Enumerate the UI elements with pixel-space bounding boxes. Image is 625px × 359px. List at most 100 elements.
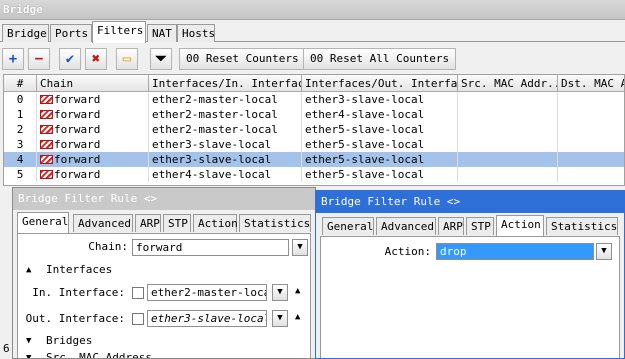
row-src-mac (458, 137, 558, 152)
tab-hosts[interactable]: Hosts (177, 24, 215, 42)
chain-text: forward (54, 93, 101, 106)
row-number: 3 (4, 137, 37, 152)
chevron-down-icon[interactable]: ▼ (272, 284, 288, 301)
expand-icon[interactable]: ▼ (26, 336, 31, 346)
tab-statistics[interactable]: Statistics (546, 217, 618, 235)
column-header-out-interface[interactable]: Interfaces/Out. Interface (302, 75, 458, 92)
tab-bridge[interactable]: Bridge (2, 24, 49, 42)
chevron-down-icon[interactable]: ▼ (596, 243, 612, 260)
row-src-mac (458, 152, 558, 167)
action-select[interactable]: drop (436, 243, 594, 260)
row-number: 5 (4, 167, 37, 182)
tab-stp[interactable]: STP (466, 217, 494, 235)
row-dst-mac (558, 137, 624, 152)
table-row[interactable]: 3 forward ether3-slave-local ether5-slave-l… (4, 137, 624, 152)
row-dst-mac (558, 107, 624, 122)
add-icon[interactable]: + (2, 48, 24, 70)
row-number: 4 (4, 152, 37, 167)
tab-nat[interactable]: NAT (147, 24, 177, 42)
row-out-interface: ether5-slave-local (302, 137, 458, 152)
row-out-interface: ether5-slave-local (302, 122, 458, 137)
collapse-icon[interactable]: ▲ (26, 265, 31, 275)
bridges-section: Bridges (46, 334, 93, 347)
dialog-title[interactable]: Bridge Filter Rule <> (13, 188, 315, 210)
table-row[interactable]: 4 forward ether3-slave-local ether5-slave-l… (4, 152, 624, 167)
row-src-mac (458, 122, 558, 137)
row-number: 1 (4, 107, 37, 122)
chain-text: forward (54, 153, 101, 166)
row-chain: forward (37, 122, 149, 137)
tab-arp[interactable]: ARP (438, 217, 464, 235)
comment-icon[interactable]: ▭ (116, 48, 138, 70)
collapse-up-icon[interactable]: ▲ (295, 312, 300, 322)
filter-rule-icon (40, 95, 53, 104)
chain-text: forward (54, 168, 101, 181)
tab-general[interactable]: General (322, 217, 374, 235)
tab-ports[interactable]: Ports (50, 24, 92, 42)
row-in-interface: ether3-slave-local (149, 137, 302, 152)
table-row[interactable]: 1 forward ether2-master-local ether4-slave-… (4, 107, 624, 122)
tab-arp[interactable]: ARP (135, 214, 161, 232)
action-panel: Action: drop ▼ (320, 236, 620, 358)
disable-icon[interactable]: ✖ (85, 48, 107, 70)
filter-rule-icon (40, 155, 53, 164)
bridge-filter-rule-dialog-action: Bridge Filter Rule <> General Advanced A… (315, 190, 625, 359)
filter-rule-icon (40, 140, 53, 149)
row-chain: forward (37, 107, 149, 122)
reset-all-counters-button[interactable]: 00 Reset All Counters (303, 48, 457, 70)
tab-filters[interactable]: Filters (92, 21, 146, 43)
chevron-down-icon[interactable]: ▼ (272, 310, 288, 327)
column-header-num[interactable]: # (4, 75, 37, 92)
row-chain: forward (37, 137, 149, 152)
column-header-src-mac[interactable]: Src. MAC Addr... (458, 75, 558, 92)
row-out-interface: ether5-slave-local (302, 167, 458, 182)
row-out-interface: ether4-slave-local (302, 107, 458, 122)
action-label: Action: (384, 245, 431, 258)
filter-icon[interactable]: ⏷ (150, 48, 172, 70)
row-in-interface: ether2-master-local (149, 92, 302, 107)
tab-action[interactable]: Action (496, 215, 544, 236)
column-header-in-interface[interactable]: Interfaces/In. Interface (149, 75, 302, 92)
tab-stp[interactable]: STP (163, 214, 191, 232)
out-interface-select[interactable]: ether3-slave-local (147, 310, 267, 327)
in-interface-label: In. Interface: (32, 286, 125, 299)
chain-text: forward (54, 138, 101, 151)
dialog-title[interactable]: Bridge Filter Rule <> (316, 191, 624, 213)
filter-rule-icon (40, 125, 53, 134)
column-header-chain[interactable]: Chain (37, 75, 149, 92)
dialog-tabs: General Advanced ARP STP Action Statisti… (17, 212, 315, 233)
filter-rule-icon (40, 170, 53, 179)
row-out-interface: ether3-slave-local (302, 92, 458, 107)
chain-text: forward (54, 123, 101, 136)
enable-icon[interactable]: ✔ (59, 48, 81, 70)
out-interface-negate-checkbox[interactable] (132, 313, 144, 325)
chevron-down-icon[interactable]: ▼ (292, 239, 308, 256)
row-src-mac (458, 107, 558, 122)
tab-general[interactable]: General (17, 212, 69, 233)
tab-statistics[interactable]: Statistics (239, 214, 311, 232)
chain-label: Chain: (88, 240, 128, 253)
tab-action[interactable]: Action (193, 214, 238, 232)
reset-counters-button[interactable]: 00 Reset Counters (179, 48, 306, 70)
table-header: # Chain Interfaces/In. Interface Interfa… (4, 75, 624, 92)
table-row[interactable]: 2 forward ether2-master-local ether5-slave-… (4, 122, 624, 137)
remove-icon[interactable]: − (28, 48, 50, 70)
dialog-tabs: General Advanced ARP STP Action Statisti… (320, 215, 620, 236)
table-row[interactable]: 0 forward ether2-master-local ether3-slave-… (4, 92, 624, 107)
tab-advanced[interactable]: Advanced (376, 217, 436, 235)
column-header-dst-mac[interactable]: Dst. MAC Addr... (558, 75, 624, 92)
bridge-filter-rule-dialog-general: Bridge Filter Rule <> General Advanced A… (12, 187, 316, 359)
tab-advanced[interactable]: Advanced (73, 214, 133, 232)
table-row[interactable]: 5 forward ether4-slave-local ether5-slave-l… (4, 167, 624, 182)
interfaces-section: Interfaces (46, 263, 113, 276)
collapse-up-icon[interactable]: ▲ (295, 286, 300, 296)
item-count: 6 (3, 342, 10, 355)
out-interface-label: Out. Interface: (25, 312, 125, 325)
in-interface-select[interactable]: ether2-master-local (147, 284, 267, 301)
chain-select[interactable]: forward (132, 239, 289, 256)
in-interface-negate-checkbox[interactable] (132, 287, 144, 299)
row-src-mac (458, 92, 558, 107)
filter-rules-table: # Chain Interfaces/In. Interface Interfa… (3, 74, 625, 186)
row-chain: forward (37, 167, 149, 182)
expand-icon[interactable]: ▼ (26, 353, 31, 358)
